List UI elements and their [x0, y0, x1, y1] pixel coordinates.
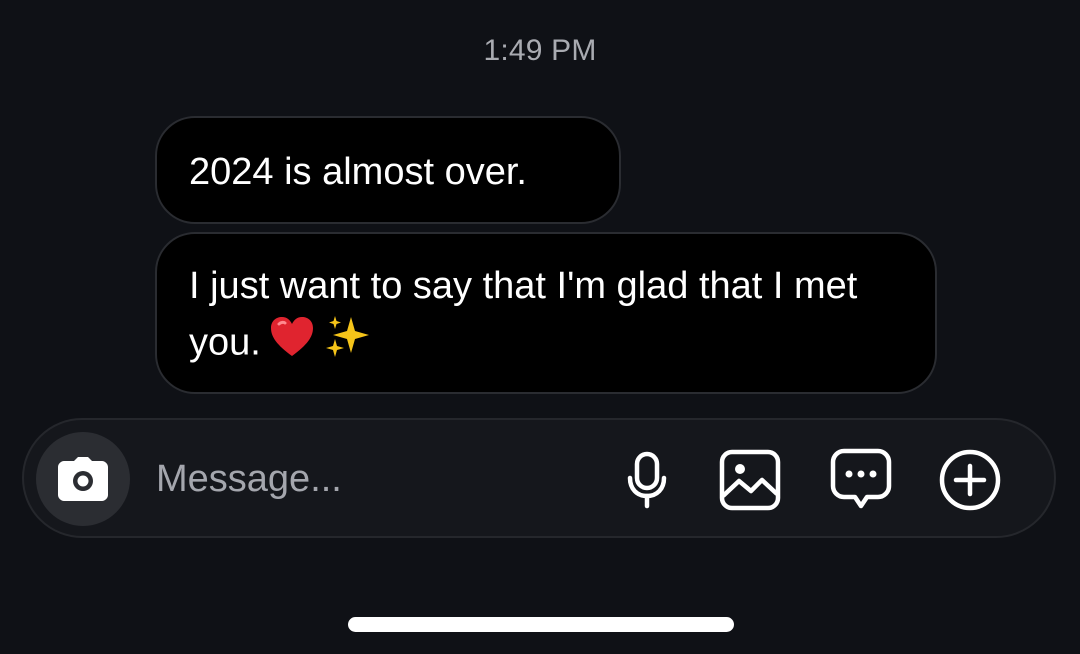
- home-indicator[interactable]: [348, 617, 734, 632]
- sticker-icon: [830, 448, 892, 509]
- message-text: 2024 is almost over.: [189, 151, 527, 193]
- plus-circle-icon: [939, 449, 1001, 511]
- chat-screen: 1:49 PM 2024 is almost over. I just want…: [0, 0, 1080, 654]
- sparkles-icon: [323, 313, 371, 376]
- more-options-button[interactable]: [937, 447, 1003, 513]
- message-timestamp: 1:49 PM: [483, 34, 597, 67]
- message-bubble[interactable]: I just want to say that I'm glad that I …: [155, 232, 937, 394]
- message-composer: [22, 418, 1056, 538]
- voice-message-button[interactable]: [614, 447, 680, 513]
- message-bubble[interactable]: 2024 is almost over.: [155, 116, 621, 224]
- message-input[interactable]: [156, 448, 596, 510]
- gallery-button[interactable]: [717, 447, 783, 513]
- camera-icon: [58, 457, 108, 501]
- microphone-icon: [627, 451, 667, 509]
- camera-button[interactable]: [36, 432, 130, 526]
- sticker-button[interactable]: [828, 447, 894, 513]
- red-heart-icon: [269, 315, 315, 374]
- gallery-icon: [719, 449, 781, 511]
